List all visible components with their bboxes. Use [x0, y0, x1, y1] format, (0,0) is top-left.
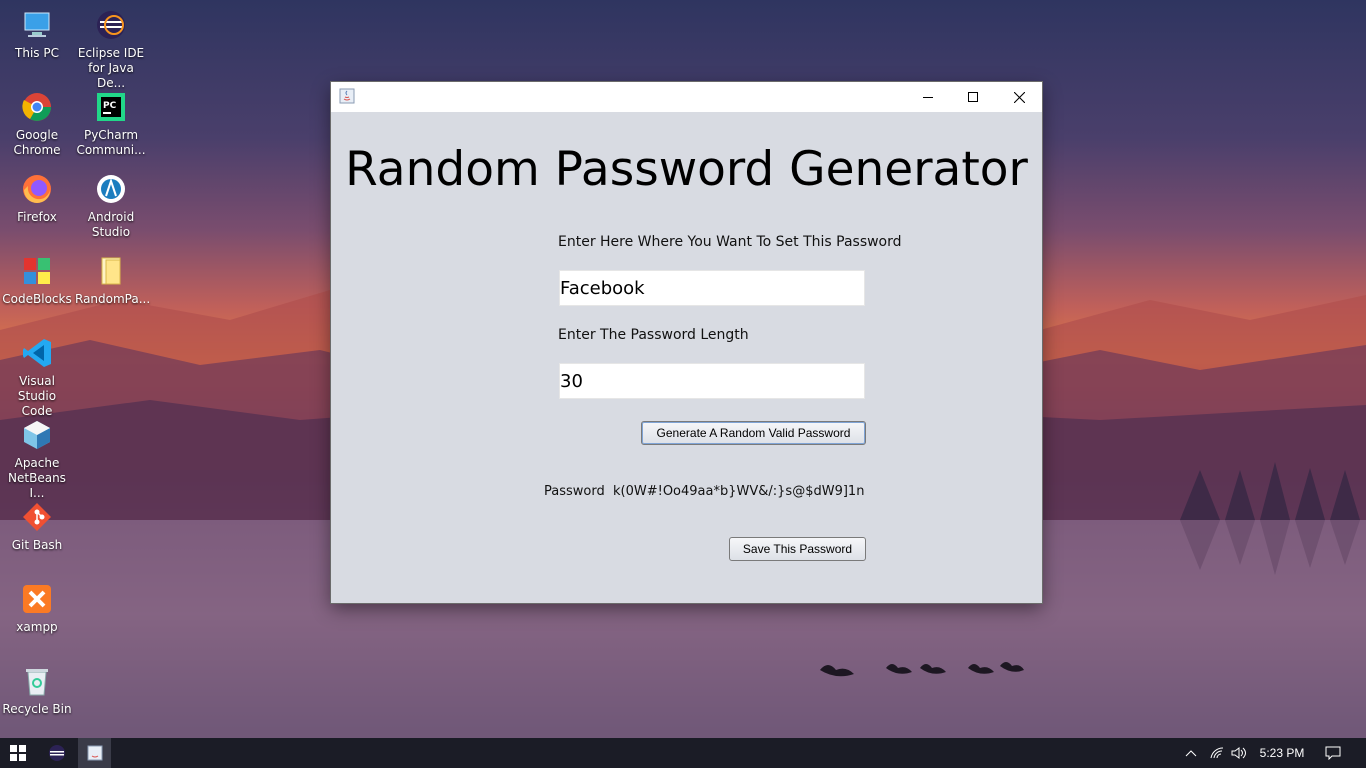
site-input-value: Facebook	[560, 277, 645, 299]
length-input[interactable]: 30	[559, 363, 865, 399]
desktop-icon-vscode[interactable]: Visual Studio Code	[1, 336, 73, 419]
recycle-bin-icon	[26, 669, 48, 696]
password-caption: Password	[544, 484, 605, 499]
close-button[interactable]	[996, 82, 1042, 112]
xampp-icon	[23, 585, 51, 613]
desktop-icon-firefox[interactable]: Firefox	[1, 172, 73, 225]
taskbar-java-app[interactable]	[78, 738, 111, 768]
volume-button[interactable]	[1230, 738, 1248, 768]
vscode-icon	[23, 339, 51, 367]
java-app-icon	[87, 745, 102, 761]
desktop-icon-label: RandomPa...	[75, 292, 151, 306]
desktop-icon-eclipse[interactable]: Eclipse IDE for Java De...	[75, 8, 147, 91]
eclipse-icon	[49, 745, 65, 761]
computer-icon	[24, 12, 50, 37]
desktop-icon-codeblocks[interactable]: CodeBlocks	[1, 254, 73, 307]
desktop-icon-label: Recycle Bin	[2, 702, 72, 716]
taskbar: 5:23 PM	[0, 738, 1366, 768]
minimize-icon	[923, 97, 933, 98]
maximize-icon	[968, 92, 978, 102]
taskbar-eclipse[interactable]	[42, 738, 72, 768]
desktop-icon-label: Android Studio	[87, 210, 135, 239]
desktop-icon-label: Firefox	[17, 210, 57, 224]
desktop-icon-label: Google Chrome	[13, 128, 61, 157]
site-input[interactable]: Facebook	[559, 270, 865, 306]
pycharm-icon: PC	[97, 93, 125, 121]
speaker-icon	[1231, 747, 1246, 759]
generate-password-button[interactable]: Generate A Random Valid Password	[641, 421, 866, 445]
desktop-icon-label: PyCharm Communi...	[76, 128, 146, 157]
desktop-icon-netbeans[interactable]: Apache NetBeans I...	[1, 418, 73, 501]
svg-text:PC: PC	[103, 101, 117, 111]
save-password-button[interactable]: Save This Password	[729, 537, 866, 561]
desktop-icon-label: xampp	[16, 620, 58, 634]
tray-overflow-button[interactable]	[1183, 738, 1199, 768]
desktop-icon-android-studio[interactable]: Android Studio	[75, 172, 147, 240]
codeblocks-icon	[24, 258, 50, 284]
minimize-button[interactable]	[905, 82, 951, 112]
chevron-up-icon	[1185, 750, 1197, 757]
git-bash-icon	[23, 503, 51, 531]
firefox-icon	[23, 175, 51, 203]
desktop-icon-label: This PC	[15, 46, 59, 60]
wifi-icon	[1210, 747, 1224, 759]
start-button[interactable]	[0, 738, 36, 768]
desktop-icon-xampp[interactable]: xampp	[1, 582, 73, 635]
notification-icon	[1325, 746, 1341, 760]
desktop-icon-label: Eclipse IDE for Java De...	[77, 46, 145, 90]
desktop-icon-label: Visual Studio Code	[17, 374, 57, 418]
length-input-value: 30	[560, 370, 583, 392]
desktop-icon-randompa-folder[interactable]: RandomPa...	[75, 254, 151, 307]
android-studio-icon	[97, 175, 125, 203]
window-content: Random Password Generator Enter Here Whe…	[331, 112, 1042, 603]
password-output: Password k(0W#!Oo49aa*b}WV&/:}s@$dW9]1n	[544, 484, 864, 499]
chrome-icon	[22, 93, 51, 121]
network-button[interactable]	[1208, 738, 1226, 768]
action-center-button[interactable]	[1320, 738, 1346, 768]
desktop-icon-label: CodeBlocks	[2, 292, 72, 306]
netbeans-icon	[24, 421, 50, 449]
maximize-button[interactable]	[950, 82, 996, 112]
desktop-icon-label: Git Bash	[11, 538, 63, 552]
password-generator-window: Random Password Generator Enter Here Whe…	[331, 82, 1042, 603]
desktop-icon-label: Apache NetBeans I...	[8, 456, 66, 500]
desktop-icon-git-bash[interactable]: Git Bash	[1, 500, 73, 553]
java-app-icon	[339, 88, 355, 104]
desktop-icon-chrome[interactable]: Google Chrome	[1, 90, 73, 158]
desktop-icon-recycle-bin[interactable]: Recycle Bin	[1, 664, 73, 717]
desktop-icon-this-pc[interactable]: This PC	[1, 8, 73, 61]
folder-icon	[101, 257, 121, 285]
clock[interactable]: 5:23 PM	[1256, 738, 1308, 768]
window-titlebar[interactable]	[331, 82, 1042, 112]
site-label: Enter Here Where You Want To Set This Pa…	[558, 234, 902, 250]
password-value: k(0W#!Oo49aa*b}WV&/:}s@$dW9]1n	[613, 484, 865, 499]
windows-logo-icon	[10, 745, 26, 761]
eclipse-icon	[97, 11, 125, 39]
page-title: Random Password Generator	[345, 142, 1028, 197]
length-label: Enter The Password Length	[558, 327, 749, 343]
close-icon	[1013, 91, 1025, 103]
desktop-icon-pycharm[interactable]: PC PyCharm Communi...	[75, 90, 147, 158]
